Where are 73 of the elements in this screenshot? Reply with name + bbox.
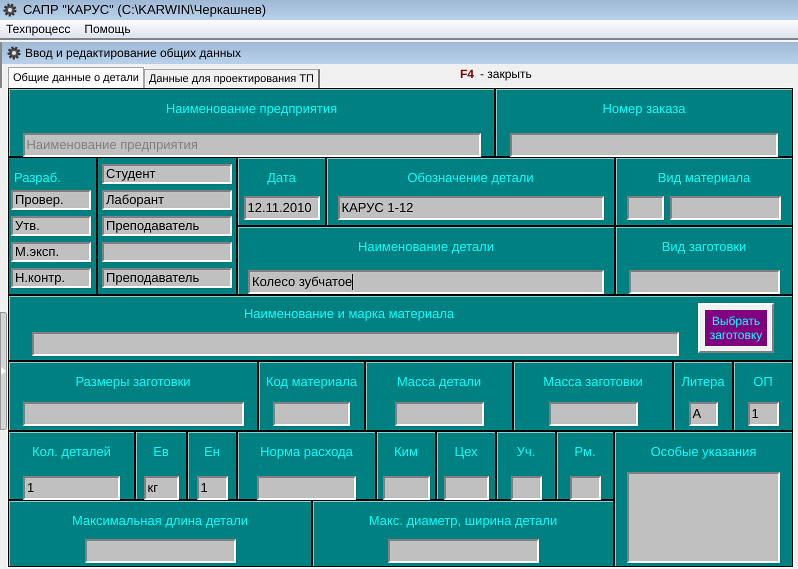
side-handle[interactable]	[0, 312, 7, 430]
input-field[interactable]	[102, 242, 232, 262]
input-field[interactable]: Н.контр.	[11, 268, 91, 288]
input-field[interactable]: М.эксп.	[11, 242, 91, 262]
input-field[interactable]: Преподаватель	[102, 216, 232, 236]
input-field[interactable]	[628, 270, 780, 294]
gear-icon	[3, 3, 17, 17]
input-field[interactable]	[84, 538, 236, 562]
input-field[interactable]: 1	[748, 402, 778, 426]
field-label: Размеры заготовки	[75, 373, 191, 391]
field-label: Особые указания	[650, 443, 756, 461]
field-label: Ким	[394, 443, 418, 461]
field-label: Код материала	[266, 373, 358, 391]
input-field[interactable]: Студент	[102, 164, 232, 184]
input-field[interactable]: Преподаватель	[102, 268, 232, 288]
input-field[interactable]	[444, 476, 488, 500]
hotkey-label: F4	[460, 66, 474, 83]
input-field[interactable]	[273, 402, 350, 426]
field-label: Наименование предприятия	[166, 100, 338, 118]
input-field[interactable]: Лаборант	[102, 190, 232, 210]
input-field[interactable]: Колесо зубчатое	[248, 270, 604, 294]
input-field[interactable]	[670, 196, 781, 220]
input-field[interactable]	[388, 538, 538, 562]
field-label: Ен	[204, 443, 220, 461]
input-field[interactable]	[627, 472, 780, 562]
field-label: Максимальная длина детали	[72, 512, 248, 530]
field-label: Кол. деталей	[32, 443, 111, 461]
input-field[interactable]: кг	[144, 476, 178, 500]
input-field[interactable]	[382, 476, 430, 500]
window-title: САПР "КАРУС" (C:\KARWIN\Черкашнев)	[23, 1, 266, 20]
field-label: Вид заготовки	[662, 238, 746, 256]
arrow-icon	[1, 367, 6, 375]
field-label: Наименование детали	[358, 238, 494, 256]
field-label: Макс. диаметр, ширина детали	[368, 512, 558, 530]
field-label: Масса детали	[396, 373, 482, 391]
input-field[interactable]	[32, 332, 678, 356]
choose-blank-button[interactable]: Выбрать заготовку	[705, 310, 767, 346]
field-label: Разраб.	[14, 169, 62, 187]
field-label: Наименование и марка материала	[244, 305, 454, 323]
input-field[interactable]: А	[688, 402, 718, 426]
input-field[interactable]: КАРУС 1-12	[338, 196, 604, 220]
field-label: Масса заготовки	[543, 373, 643, 391]
hotkey-description: - закрыть	[480, 66, 532, 83]
input-field[interactable]: Утв.	[11, 216, 91, 236]
input-field[interactable]	[510, 132, 778, 156]
menu-item[interactable]: Помощь	[84, 20, 131, 38]
input-field[interactable]	[627, 196, 664, 220]
gear-icon	[7, 46, 21, 60]
input-field[interactable]: 1	[23, 476, 120, 500]
field-label: Обозначение детали	[407, 169, 534, 187]
tab[interactable]: Данные для проектирования ТП	[144, 69, 320, 88]
input-field[interactable]	[394, 402, 484, 426]
field-label: Рм.	[574, 443, 596, 461]
field-label: Литера	[681, 373, 725, 391]
input-field[interactable]	[257, 476, 356, 500]
field-label: Норма расхода	[260, 443, 353, 461]
field-label: Цех	[454, 443, 478, 461]
field-label: Уч.	[516, 443, 536, 461]
field-label: Ев	[153, 443, 169, 461]
field-label: Дата	[267, 169, 296, 187]
tab[interactable]: Общие данные о детали	[8, 67, 144, 88]
input-field[interactable]	[570, 476, 600, 500]
input-field[interactable]: Провер.	[11, 190, 91, 210]
input-field[interactable]: 1	[196, 476, 228, 500]
input-field[interactable]	[22, 402, 244, 426]
dialog-title: Ввод и редактирование общих данных	[25, 45, 241, 62]
input-field[interactable]: 12.11.2010	[244, 196, 320, 220]
menu-item[interactable]: Техпроцесс	[6, 20, 70, 38]
field-label: Номер заказа	[602, 100, 686, 118]
input-field[interactable]	[510, 476, 542, 500]
field-label: Вид материала	[658, 169, 750, 187]
field-label: ОП	[753, 373, 773, 391]
input-field[interactable]	[548, 402, 638, 426]
